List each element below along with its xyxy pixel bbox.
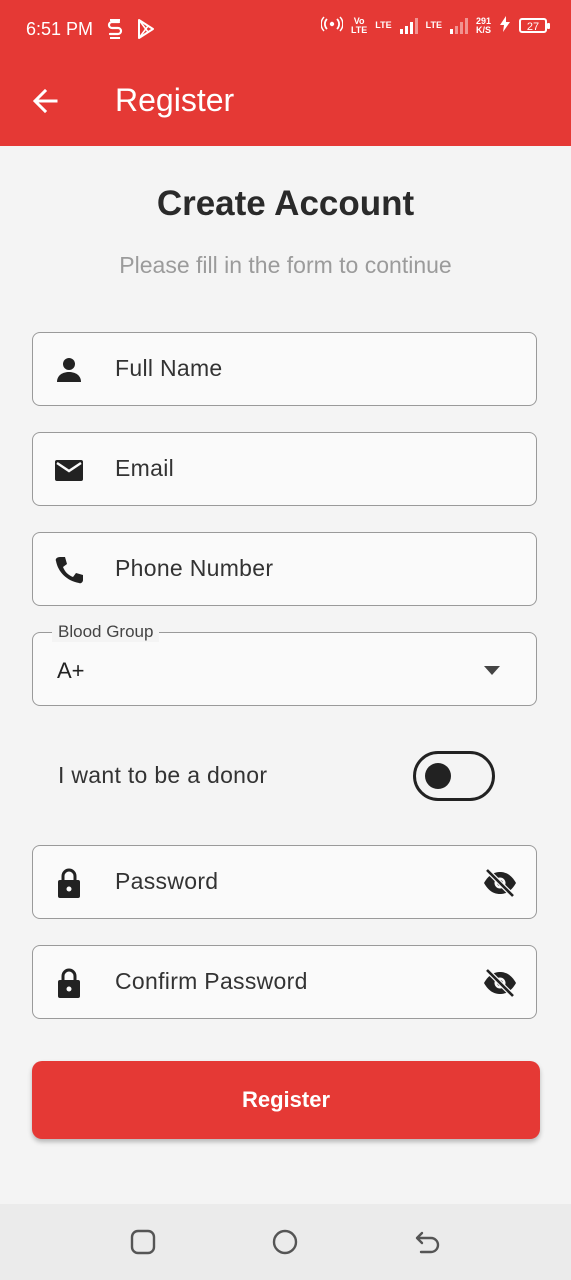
- network-speed: 291 K/S: [475, 16, 491, 35]
- phone-icon: [55, 557, 83, 584]
- battery-icon: 27: [519, 18, 550, 33]
- register-button[interactable]: Register: [32, 1061, 540, 1139]
- status-right-icons: Vo LTE LTE LTE 291 K/S 27: [320, 16, 550, 35]
- signal-2-icon: [449, 17, 468, 34]
- full-name-label: Full Name: [115, 355, 223, 381]
- home-button[interactable]: [271, 1228, 299, 1256]
- confirm-password-label: Confirm Password: [115, 968, 308, 994]
- lte1-label: LTE: [375, 20, 392, 30]
- password-label: Password: [115, 868, 219, 894]
- app-bar: Register: [0, 60, 571, 146]
- s-app-icon: [106, 18, 124, 40]
- toggle-password-visibility-button[interactable]: [482, 867, 518, 899]
- email-label: Email: [115, 455, 175, 481]
- confirm-password-field[interactable]: Confirm Password: [32, 945, 537, 1019]
- donor-toggle[interactable]: [413, 751, 495, 801]
- page-subtitle: Please fill in the form to continue: [119, 252, 452, 278]
- system-nav-bar: [0, 1204, 571, 1280]
- toggle-knob: [425, 763, 451, 789]
- status-bar: 6:51 PM Vo LTE LTE LTE 291 K/S 27: [0, 0, 571, 60]
- donor-label: I want to be a donor: [58, 762, 268, 788]
- email-field[interactable]: Email: [32, 432, 537, 506]
- speed-unit: K/S: [475, 24, 491, 35]
- blood-group-legend: Blood Group: [52, 622, 160, 642]
- lock-icon: [58, 868, 80, 898]
- toggle-confirm-password-visibility-button[interactable]: [482, 967, 518, 999]
- mail-icon: [55, 460, 83, 481]
- phone-field[interactable]: Phone Number: [32, 532, 537, 606]
- person-icon: [57, 358, 81, 382]
- volte-indicator: Vo LTE: [350, 16, 368, 35]
- blood-group-dropdown[interactable]: Blood Group A+: [32, 622, 537, 706]
- phone-label: Phone Number: [115, 555, 274, 581]
- square-icon: [130, 1229, 156, 1255]
- recent-apps-button[interactable]: [129, 1228, 157, 1256]
- dropdown-arrow-icon: [484, 666, 500, 675]
- blood-group-value: A+: [57, 658, 85, 683]
- play-store-icon: [136, 18, 156, 40]
- status-time: 6:51 PM: [26, 19, 94, 39]
- volte-bottom: LTE: [350, 24, 368, 35]
- password-field[interactable]: Password: [32, 845, 537, 919]
- visibility-off-icon: [484, 968, 516, 998]
- charging-icon: [499, 16, 511, 35]
- back-button[interactable]: [26, 81, 66, 121]
- signal-1-icon: [399, 17, 418, 34]
- page-title: Create Account: [156, 184, 415, 223]
- app-bar-title: Register: [115, 82, 235, 118]
- hotspot-icon: [320, 16, 344, 35]
- visibility-off-icon: [484, 868, 516, 898]
- lte2-label: LTE: [425, 20, 442, 30]
- lock-icon: [58, 968, 80, 998]
- full-name-field[interactable]: Full Name: [32, 332, 537, 406]
- circle-icon: [272, 1229, 298, 1255]
- arrow-back-icon: [32, 88, 58, 114]
- back-arrow-icon: [415, 1231, 440, 1254]
- back-nav-button[interactable]: [413, 1228, 441, 1256]
